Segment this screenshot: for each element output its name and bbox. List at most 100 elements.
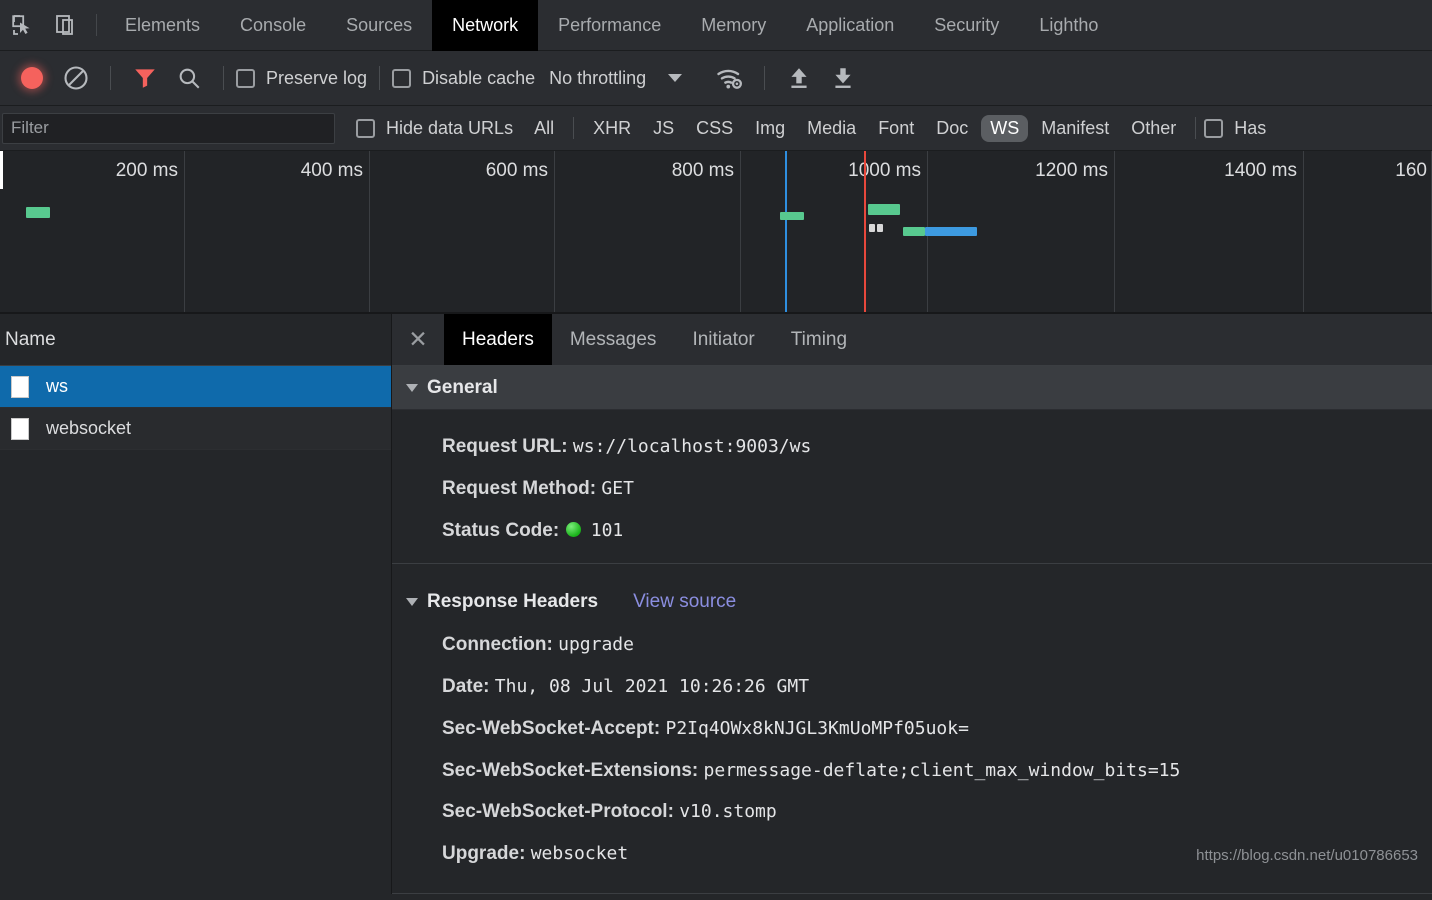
filter-type-img[interactable]: Img xyxy=(746,115,794,142)
details-tabbar: ✕ Headers Messages Initiator Timing xyxy=(392,314,1432,366)
network-conditions-button[interactable] xyxy=(708,58,752,98)
tab-messages[interactable]: Messages xyxy=(552,314,675,365)
filter-input[interactable] xyxy=(2,113,335,144)
response-headers-section-header[interactable]: Response Headers View source xyxy=(392,580,1432,624)
devtools-window: Elements Console Sources Network Perform… xyxy=(0,0,1432,900)
request-details-panel: ✕ Headers Messages Initiator Timing Gene… xyxy=(392,314,1432,894)
load-event-marker xyxy=(864,151,866,312)
filterbar-divider xyxy=(573,117,574,139)
filter-type-media[interactable]: Media xyxy=(798,115,865,142)
filter-type-other[interactable]: Other xyxy=(1122,115,1185,142)
filter-type-manifest[interactable]: Manifest xyxy=(1032,115,1118,142)
hide-data-urls-checkbox[interactable]: Hide data URLs xyxy=(356,118,513,139)
preserve-log-checkbox[interactable]: Preserve log xyxy=(236,68,367,89)
filter-button[interactable] xyxy=(123,58,167,98)
request-list-header[interactable]: Name xyxy=(0,314,391,366)
toolbar-divider-4 xyxy=(764,66,765,90)
search-button[interactable] xyxy=(167,58,211,98)
filter-type-xhr[interactable]: XHR xyxy=(584,115,640,142)
filter-funnel-icon xyxy=(132,65,158,91)
checkbox-box xyxy=(236,69,255,88)
table-row[interactable]: ws xyxy=(0,366,391,408)
timeline-tick-label: 200 ms xyxy=(0,160,178,182)
throttling-select[interactable]: No throttling xyxy=(549,68,646,89)
table-row[interactable]: websocket xyxy=(0,408,391,450)
network-filter-bar: Hide data URLs All XHR JS CSS Img Media … xyxy=(0,106,1432,151)
import-har-icon xyxy=(786,65,812,91)
search-icon xyxy=(176,65,202,91)
filter-type-font[interactable]: Font xyxy=(869,115,923,142)
header-value: ws://localhost:9003/ws xyxy=(573,436,811,457)
network-split-view: Name ws websocket ✕ Headers Messages Ini… xyxy=(0,314,1432,894)
timeline-tick-label: 1400 ms xyxy=(1115,160,1297,182)
header-key: Date: xyxy=(442,676,490,697)
chevron-down-icon[interactable] xyxy=(668,74,682,82)
header-value: upgrade xyxy=(558,634,634,655)
header-key: Status Code: xyxy=(442,520,559,541)
tab-lighthouse[interactable]: Lightho xyxy=(1019,0,1118,51)
checkbox-box xyxy=(356,119,375,138)
header-row-request-method: Request Method: GET xyxy=(392,468,1432,510)
triangle-down-icon xyxy=(406,384,418,392)
tab-initiator[interactable]: Initiator xyxy=(674,314,772,365)
general-section-header[interactable]: General xyxy=(392,366,1432,410)
import-har-button[interactable] xyxy=(777,58,821,98)
tab-performance[interactable]: Performance xyxy=(538,0,681,51)
tab-timing[interactable]: Timing xyxy=(773,314,865,365)
header-row-sec-websocket-accept: Sec-WebSocket-Accept: P2Iq4OWx8kNJGL3KmU… xyxy=(392,708,1432,750)
timeline-tick-label: 1200 ms xyxy=(928,160,1108,182)
overview-request-bar xyxy=(780,212,804,220)
overview-request-bar xyxy=(925,227,977,236)
device-toolbar-icon[interactable] xyxy=(44,0,88,50)
timeline-overview[interactable]: 200 ms 400 ms 600 ms 800 ms 1000 ms 1200… xyxy=(0,151,1432,314)
export-har-icon xyxy=(830,65,856,91)
watermark: https://blog.csdn.net/u010786653 xyxy=(1196,847,1418,864)
header-row-sec-websocket-extensions: Sec-WebSocket-Extensions: permessage-def… xyxy=(392,750,1432,792)
header-value: v10.stomp xyxy=(679,801,777,822)
disable-cache-checkbox[interactable]: Disable cache xyxy=(392,68,535,89)
header-row-status-code: Status Code: 101 xyxy=(392,510,1432,552)
header-value: GET xyxy=(601,478,634,499)
tab-elements[interactable]: Elements xyxy=(105,0,220,51)
filter-type-all[interactable]: All xyxy=(525,115,563,142)
filter-type-js[interactable]: JS xyxy=(644,115,683,142)
timeline-tick-label: 160 xyxy=(1304,160,1427,182)
close-icon[interactable]: ✕ xyxy=(392,314,444,365)
header-value: Thu, 08 Jul 2021 10:26:26 GMT xyxy=(495,676,809,697)
tab-network[interactable]: Network xyxy=(432,0,538,51)
disable-cache-label: Disable cache xyxy=(422,68,535,89)
network-toolbar: Preserve log Disable cache No throttling xyxy=(0,51,1432,106)
header-value: 101 xyxy=(591,520,624,541)
filterbar-divider-2 xyxy=(1195,117,1196,139)
has-blocked-label: Has xyxy=(1234,118,1266,139)
overview-request-bar xyxy=(903,227,925,236)
tab-security[interactable]: Security xyxy=(914,0,1019,51)
overview-request-bar xyxy=(26,207,50,218)
tab-console[interactable]: Console xyxy=(220,0,326,51)
export-har-button[interactable] xyxy=(821,58,865,98)
column-header-name: Name xyxy=(5,329,56,351)
checkbox-box xyxy=(392,69,411,88)
has-blocked-cookies-checkbox[interactable]: Has xyxy=(1204,118,1266,139)
clear-button[interactable] xyxy=(54,58,98,98)
record-button[interactable] xyxy=(10,58,54,98)
inspect-element-icon[interactable] xyxy=(0,0,44,50)
status-badge xyxy=(566,522,581,537)
view-source-link[interactable]: View source xyxy=(633,591,736,613)
preserve-log-label: Preserve log xyxy=(266,68,367,89)
filter-type-css[interactable]: CSS xyxy=(687,115,742,142)
hide-data-urls-label: Hide data URLs xyxy=(386,118,513,139)
triangle-down-icon xyxy=(406,598,418,606)
header-key: Sec-WebSocket-Protocol: xyxy=(442,801,674,822)
overview-request-bar xyxy=(868,204,900,215)
devtools-tabbar: Elements Console Sources Network Perform… xyxy=(0,0,1432,51)
tabbar-divider xyxy=(96,14,97,36)
tab-sources[interactable]: Sources xyxy=(326,0,432,51)
tab-memory[interactable]: Memory xyxy=(681,0,786,51)
tab-headers[interactable]: Headers xyxy=(444,314,552,365)
filter-type-doc[interactable]: Doc xyxy=(927,115,977,142)
filter-type-ws[interactable]: WS xyxy=(981,115,1028,142)
request-name: ws xyxy=(46,376,68,397)
tab-application[interactable]: Application xyxy=(786,0,914,51)
overview-request-bar xyxy=(869,224,875,232)
